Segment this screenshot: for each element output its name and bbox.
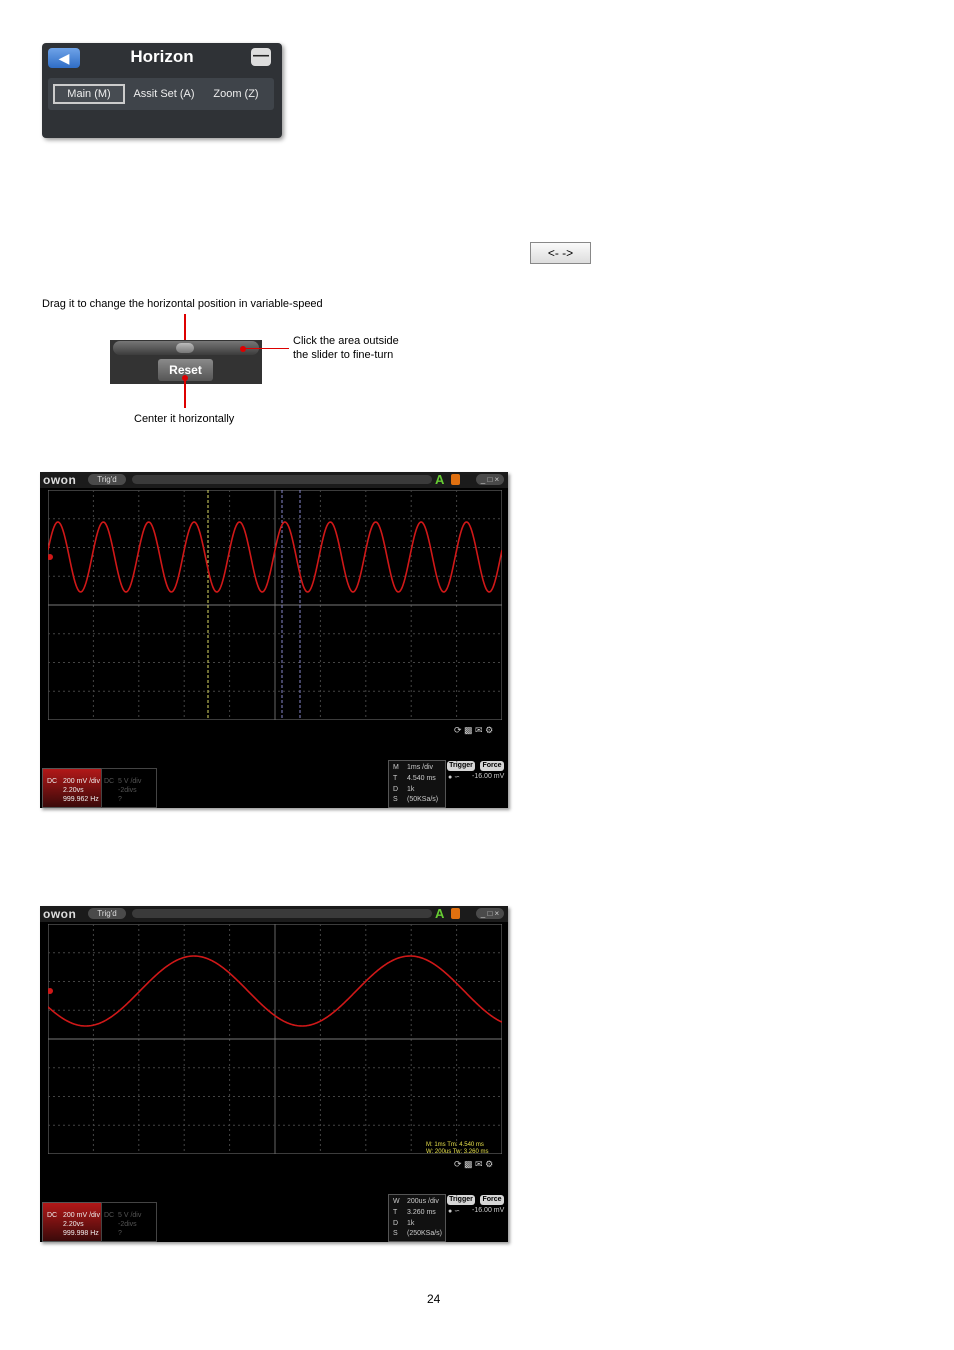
tb-w-label: W bbox=[393, 1198, 400, 1205]
tb-t-label: T bbox=[393, 775, 398, 782]
auto-icon[interactable]: A bbox=[435, 906, 444, 921]
ch1-amp: 2.20vs bbox=[63, 787, 84, 794]
click-caption-line2: the slider to fine-turn bbox=[293, 349, 394, 361]
tab-assit-set[interactable]: Assit Set (A) bbox=[128, 84, 200, 104]
tb-t-value: 4.540 ms bbox=[407, 775, 436, 782]
horizon-tabbar: Main (M) Assit Set (A) Zoom (Z) bbox=[48, 78, 274, 110]
tb-d-label: D bbox=[393, 786, 399, 793]
tb-w-value: 200us /div bbox=[407, 1198, 439, 1205]
horizon-title: Horizon bbox=[130, 47, 194, 66]
trigger-button[interactable]: Trigger bbox=[447, 1195, 475, 1205]
ch2-coupling: DC bbox=[104, 1212, 115, 1219]
minimize-icon[interactable]: — bbox=[251, 48, 271, 66]
ch2-info-box[interactable]: DC 5 V /div -2divs ? bbox=[101, 1202, 157, 1242]
scope-toolbar: owon Trig'd A _ □ × bbox=[40, 906, 508, 922]
click-area-marker bbox=[240, 346, 246, 352]
ch2-volts: 5 V /div bbox=[118, 778, 142, 785]
tb-m-label: M bbox=[393, 764, 399, 771]
page-number: 24 bbox=[427, 1292, 441, 1306]
timebase-info[interactable]: M 1ms /div T 4.540 ms D 1k S (50KSa/s) bbox=[388, 760, 446, 808]
tb-s-value: (250KSa/s) bbox=[407, 1230, 443, 1237]
ch1-freq: 999.998 Hz bbox=[63, 1230, 99, 1237]
trigger-edge-icon: ● ∽ bbox=[448, 1208, 461, 1215]
scope-toolbar: owon Trig'd A _ □ × bbox=[40, 472, 508, 488]
tb-d-value: 1k bbox=[407, 786, 415, 793]
tool-icons[interactable]: ⟳ ▩ ✉ ⚙ bbox=[454, 725, 493, 736]
window-controls-icon[interactable]: _ □ × bbox=[476, 908, 504, 919]
trigger-level: -16.00 mV bbox=[472, 773, 505, 780]
owon-logo: owon bbox=[43, 473, 77, 487]
trigger-edge-icon: ● ∽ bbox=[448, 774, 461, 781]
ch1-volts: 200 mV /div bbox=[63, 778, 100, 785]
window-controls-icon[interactable]: _ □ × bbox=[476, 474, 504, 485]
ch1-level-marker bbox=[48, 988, 53, 994]
ch2-volts: 5 V /div bbox=[118, 1212, 142, 1219]
ch1-info-box[interactable]: DC 200 mV /div 2.20vs 999.962 Hz bbox=[42, 768, 102, 808]
waveform-grid bbox=[48, 924, 502, 1154]
ch1-amp: 2.20vs bbox=[63, 1221, 84, 1228]
ch1-volts: 200 mV /div bbox=[63, 1212, 100, 1219]
oscilloscope-screen-main: owon Trig'd A _ □ × ⟳ ▩ ✉ ⚙ DC 200 mV /d… bbox=[40, 472, 508, 808]
tb-s-label: S bbox=[393, 1230, 398, 1237]
force-button[interactable]: Force bbox=[480, 1195, 504, 1205]
owon-logo: owon bbox=[43, 907, 77, 921]
pause-icon[interactable] bbox=[451, 474, 460, 485]
tab-main[interactable]: Main (M) bbox=[53, 84, 125, 104]
tb-d-label: D bbox=[393, 1220, 399, 1227]
ch1-coupling: DC bbox=[47, 1212, 58, 1219]
click-caption-line1: Click the area outside bbox=[293, 335, 399, 347]
ch2-info-box[interactable]: DC 5 V /div -2divs ? bbox=[101, 768, 157, 808]
horizontal-move-button[interactable]: <- -> bbox=[530, 242, 591, 264]
tool-icons[interactable]: ⟳ ▩ ✉ ⚙ bbox=[454, 1159, 493, 1170]
force-button[interactable]: Force bbox=[480, 761, 504, 771]
position-track[interactable] bbox=[132, 909, 432, 918]
ch1-freq: 999.962 Hz bbox=[63, 796, 99, 803]
center-pointer-line bbox=[184, 380, 186, 408]
ch2-freq: ? bbox=[118, 796, 122, 803]
tb-m-value: 1ms /div bbox=[407, 764, 434, 771]
horizontal-slider-knob[interactable] bbox=[176, 343, 194, 353]
auto-icon[interactable]: A bbox=[435, 472, 444, 487]
position-track[interactable] bbox=[132, 475, 432, 484]
tb-s-label: S bbox=[393, 796, 398, 803]
click-pointer-line bbox=[245, 348, 289, 349]
waveform-grid bbox=[48, 490, 502, 720]
trigger-status: Trig'd bbox=[88, 908, 126, 919]
tb-s-value: (50KSa/s) bbox=[407, 796, 439, 803]
tb-t-label: T bbox=[393, 1209, 398, 1216]
ch2-coupling: DC bbox=[104, 778, 115, 785]
drag-caption: Drag it to change the horizontal positio… bbox=[42, 298, 323, 310]
zoom-info-line2: W: 200us Tw: 3.260 ms bbox=[426, 1149, 489, 1155]
oscilloscope-screen-zoom: owon Trig'd A _ □ × M: 1ms Tm: 4.540 ms … bbox=[40, 906, 508, 1242]
zoom-info-line1: M: 1ms Tm: 4.540 ms bbox=[426, 1142, 484, 1148]
center-caption: Center it horizontally bbox=[134, 413, 235, 425]
horizon-panel: ◀ Horizon — Main (M) Assit Set (A) Zoom … bbox=[42, 43, 282, 138]
tb-t-value: 3.260 ms bbox=[407, 1209, 436, 1216]
trigger-button[interactable]: Trigger bbox=[447, 761, 475, 771]
ch2-freq: ? bbox=[118, 1230, 122, 1237]
trigger-level: -16.00 mV bbox=[472, 1207, 505, 1214]
tb-d-value: 1k bbox=[407, 1220, 415, 1227]
ch2-amp: -2divs bbox=[118, 787, 137, 794]
ch1-coupling: DC bbox=[47, 778, 58, 785]
timebase-info[interactable]: W 200us /div T 3.260 ms D 1k S (250KSa/s… bbox=[388, 1194, 446, 1242]
ch2-amp: -2divs bbox=[118, 1221, 137, 1228]
trigger-status: Trig'd bbox=[88, 474, 126, 485]
tab-zoom[interactable]: Zoom (Z) bbox=[202, 84, 270, 104]
ch1-level-marker bbox=[48, 554, 53, 560]
ch1-info-box[interactable]: DC 200 mV /div 2.20vs 999.998 Hz bbox=[42, 1202, 102, 1242]
pause-icon[interactable] bbox=[451, 908, 460, 919]
